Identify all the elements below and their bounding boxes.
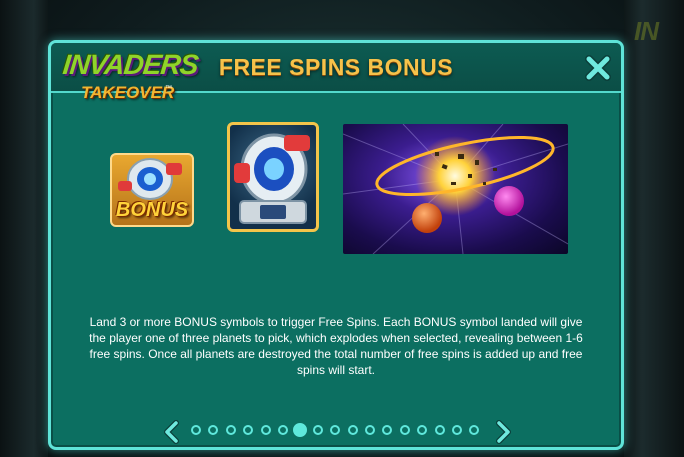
page-dot[interactable] <box>243 425 254 435</box>
page-dot[interactable] <box>365 425 375 435</box>
page-dot[interactable] <box>208 425 219 435</box>
paytable-panel: FREE SPINS BONUS INVADERS TAKEOVER ™ BON… <box>48 40 624 450</box>
portal-machine-icon <box>234 133 310 224</box>
bonus-symbol-label: BONUS <box>115 199 189 221</box>
portal-symbol <box>227 122 319 232</box>
chevron-right-icon <box>496 420 511 444</box>
page-dot[interactable] <box>434 425 445 435</box>
page-dot[interactable] <box>191 425 201 435</box>
logo-trademark: ™ <box>165 85 172 92</box>
page-dot[interactable] <box>260 425 271 435</box>
background-right-edge: IN <box>624 0 684 457</box>
space-explosion-image <box>343 124 568 254</box>
page-dot[interactable] <box>330 425 341 435</box>
page-dot[interactable] <box>469 425 480 435</box>
page-dot[interactable] <box>278 425 288 435</box>
page-dot[interactable] <box>452 425 462 435</box>
background-left-edge <box>0 0 48 457</box>
page-dot[interactable] <box>225 425 236 435</box>
close-button[interactable] <box>585 55 611 81</box>
logo-title: INVADERS <box>61 49 200 80</box>
close-x-icon <box>585 55 611 81</box>
page-dot[interactable] <box>347 425 358 435</box>
bonus-symbol: BONUS <box>110 153 194 227</box>
page-dot-active[interactable] <box>293 423 308 437</box>
page-navigation <box>51 420 621 444</box>
page-dot[interactable] <box>382 425 393 435</box>
background-logo-fragment: IN <box>634 16 659 46</box>
page-dot[interactable] <box>417 425 428 435</box>
game-logo: INVADERS TAKEOVER ™ <box>59 47 199 111</box>
page-dot[interactable] <box>312 425 323 435</box>
previous-page-button[interactable] <box>161 420 183 444</box>
page-dot[interactable] <box>399 425 410 435</box>
free-spins-description: Land 3 or more BONUS symbols to trigger … <box>89 315 583 377</box>
exploding-planet-scene <box>343 124 568 254</box>
next-page-button[interactable] <box>492 420 514 444</box>
logo-subtitle: TAKEOVER <box>81 83 175 102</box>
chevron-left-icon <box>164 420 179 444</box>
